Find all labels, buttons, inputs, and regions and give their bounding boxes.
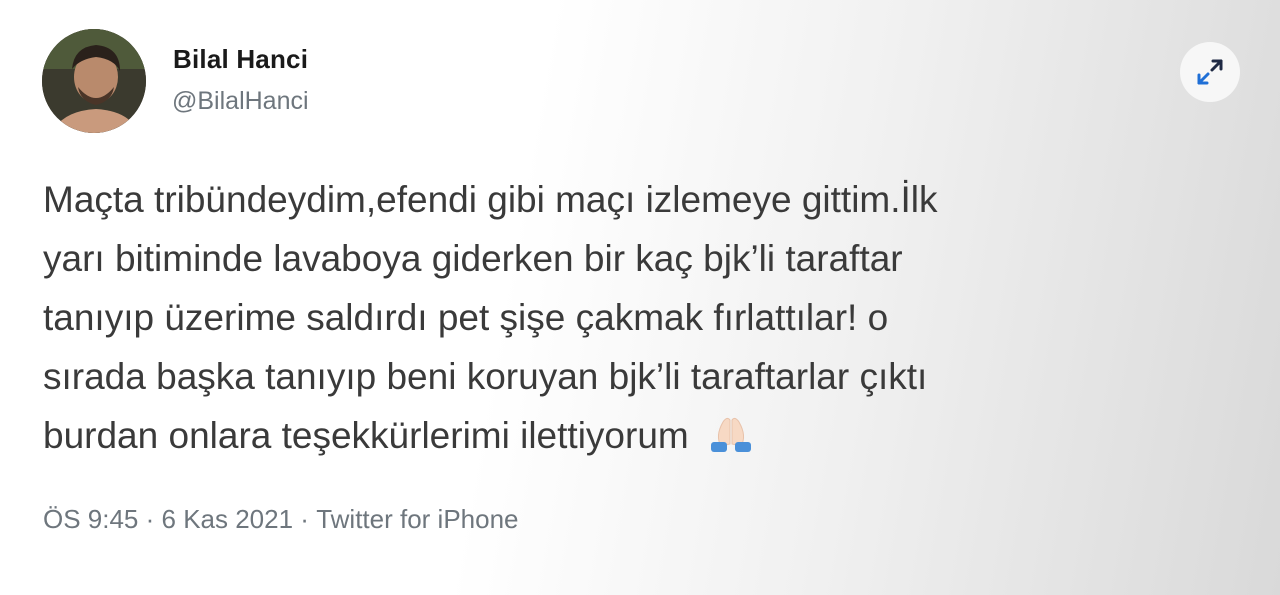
folded-hands-icon: [710, 417, 751, 452]
user-display-name[interactable]: Bilal Hanci: [173, 44, 308, 75]
tweet-body: Maçta tribündeydim,efendi gibi maçı izle…: [43, 179, 938, 456]
tweet-source-link[interactable]: Twitter for iPhone: [316, 504, 518, 535]
tweet-date[interactable]: 6 Kas 2021: [162, 504, 294, 535]
expand-arrows-icon: [1197, 59, 1223, 85]
meta-separator: ·: [293, 504, 317, 534]
tweet-card: Bilal Hanci @BilalHanci Maçta tribündeyd…: [0, 0, 1280, 595]
avatar[interactable]: [42, 29, 146, 133]
expand-button[interactable]: [1180, 42, 1240, 102]
avatar-photo: [42, 29, 146, 133]
user-handle[interactable]: @BilalHanci: [172, 87, 309, 116]
tweet-meta: ÖS 9:45 · 6 Kas 2021 · Twitter for iPhon…: [43, 504, 519, 535]
tweet-text: Maçta tribündeydim,efendi gibi maçı izle…: [43, 170, 1258, 465]
meta-separator: ·: [138, 504, 162, 534]
tweet-time[interactable]: ÖS 9:45: [43, 504, 138, 535]
